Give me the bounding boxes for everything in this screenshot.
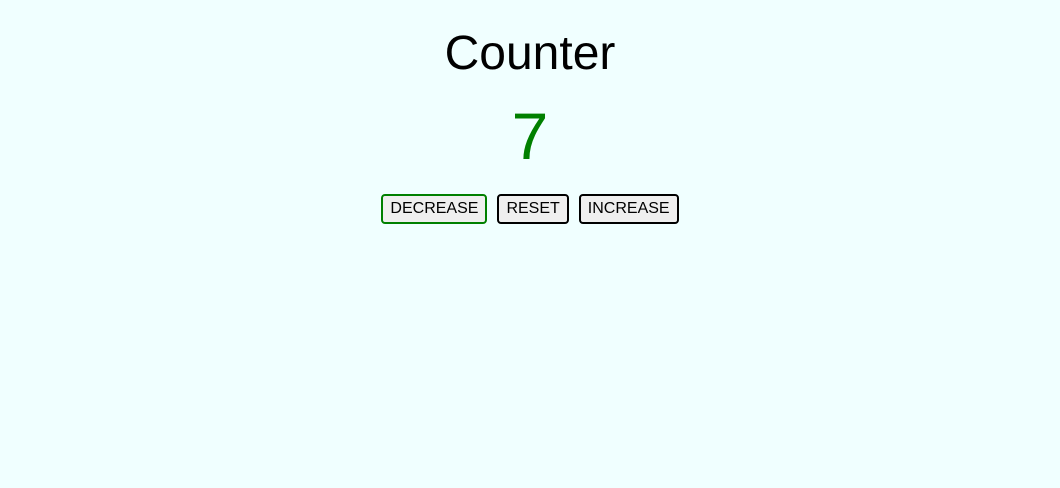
reset-button[interactable]: RESET	[497, 194, 569, 224]
counter-value: 7	[511, 99, 549, 173]
page-title: Counter	[444, 27, 616, 80]
decrease-button[interactable]: DECREASE	[381, 194, 488, 224]
increase-button[interactable]: INCREASE	[578, 194, 679, 224]
counter-app: Counter 7 DECREASE RESET INCREASE	[0, 0, 1060, 488]
button-row: DECREASE RESET INCREASE	[0, 194, 1060, 224]
